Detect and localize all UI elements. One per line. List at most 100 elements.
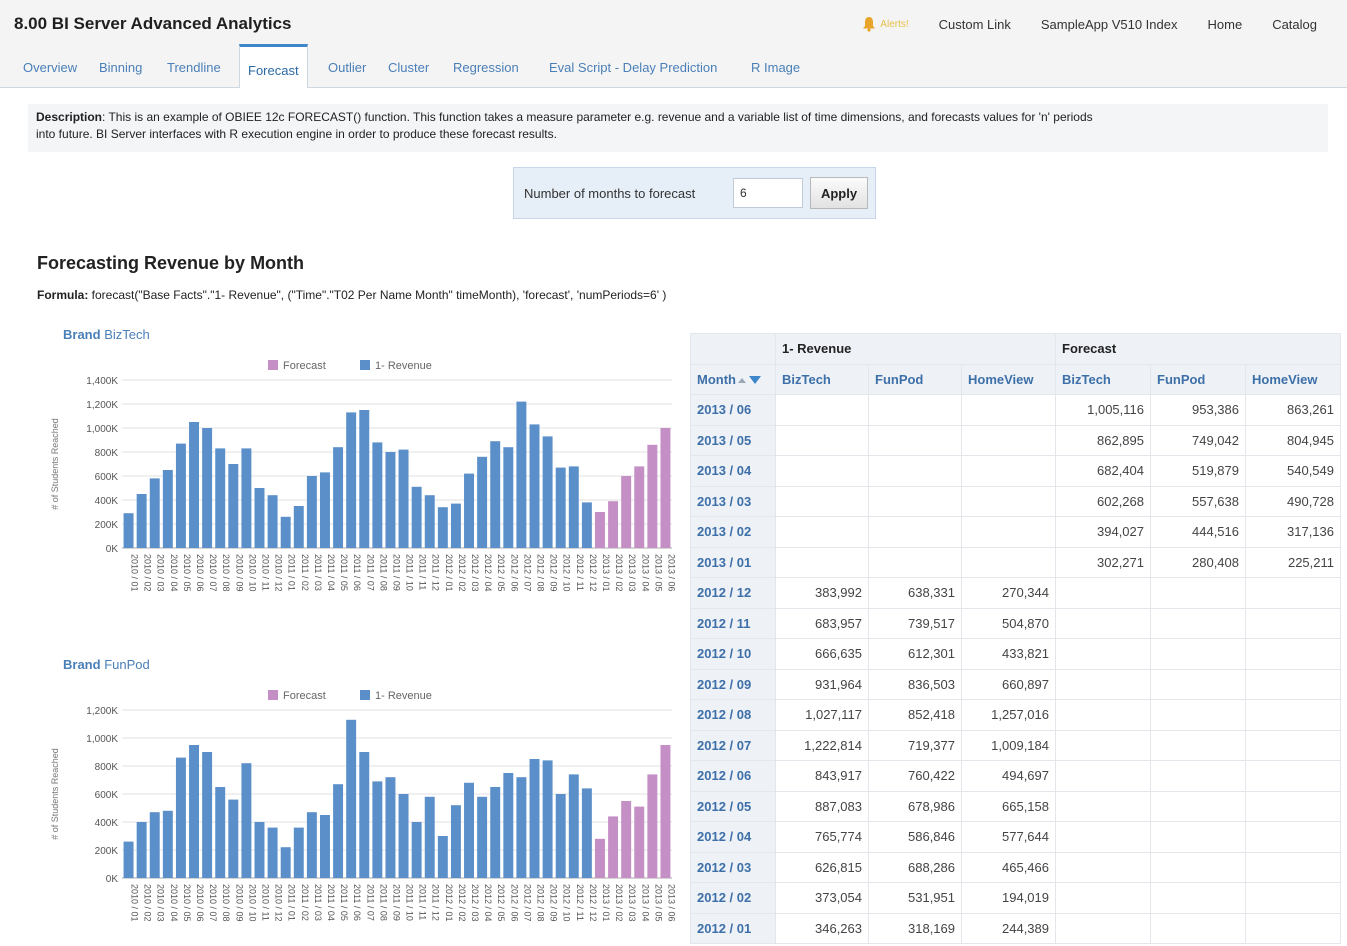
row-month-label[interactable]: 2012 / 06 <box>690 760 776 792</box>
table-cell: 394,027 <box>1055 516 1151 548</box>
table-row: 2012 / 08 1,027,117 852,418 1,257,016 <box>690 699 1341 731</box>
row-month-label[interactable]: 2013 / 04 <box>690 455 776 487</box>
alerts-link[interactable]: Alerts! <box>862 16 909 32</box>
row-month-label[interactable]: 2013 / 03 <box>690 485 776 517</box>
global-links: Alerts! Custom Link SampleApp V510 Index… <box>862 16 1317 32</box>
col-header-forecast-funpod[interactable]: FunPod <box>1150 363 1246 395</box>
row-month-label[interactable]: 2012 / 07 <box>690 729 776 761</box>
tab-cluster[interactable]: Cluster <box>388 60 429 75</box>
table-cell: 1,005,116 <box>1055 394 1151 426</box>
x-tick-label: 2011 / 02 <box>300 884 310 921</box>
row-month-label[interactable]: 2012 / 02 <box>690 882 776 914</box>
table-cell: 280,408 <box>1150 546 1246 578</box>
table-cell <box>1055 790 1151 822</box>
x-tick-label: 2011 / 02 <box>300 554 310 591</box>
revenue-bar <box>136 822 147 878</box>
row-month-label[interactable]: 2013 / 02 <box>690 516 776 548</box>
table-cell: 760,422 <box>868 760 962 792</box>
table-cell: 1,027,117 <box>775 699 869 731</box>
tab-forecast[interactable]: Forecast <box>239 44 308 88</box>
revenue-bar <box>581 502 592 548</box>
home-link[interactable]: Home <box>1208 17 1243 32</box>
forecast-bar <box>621 801 632 878</box>
months-input[interactable] <box>733 178 803 208</box>
x-tick-label: 2010 / 10 <box>247 884 257 922</box>
row-month-label[interactable]: 2012 / 08 <box>690 699 776 731</box>
forecast-bar <box>660 745 671 878</box>
row-month-label[interactable]: 2013 / 01 <box>690 546 776 578</box>
row-month-label[interactable]: 2012 / 10 <box>690 638 776 670</box>
table-cell <box>868 485 962 517</box>
revenue-bar <box>293 827 304 878</box>
x-tick-label: 2011 / 03 <box>313 884 323 921</box>
tab-trendline[interactable]: Trendline <box>167 60 221 75</box>
x-tick-label: 2013 / 05 <box>653 884 663 922</box>
col-header-revenue-homeview[interactable]: HomeView <box>961 363 1056 395</box>
revenue-bar <box>359 752 370 878</box>
y-tick-label: 400K <box>95 818 119 829</box>
tab-r-image[interactable]: R Image <box>751 60 800 75</box>
revenue-bar <box>490 787 501 878</box>
x-tick-label: 2011 / 05 <box>339 884 349 921</box>
table-cell: 665,158 <box>961 790 1056 822</box>
col-header-forecast-homeview[interactable]: HomeView <box>1245 363 1341 395</box>
revenue-bar <box>372 442 383 548</box>
revenue-bar <box>189 422 199 548</box>
tab-regression[interactable]: Regression <box>453 60 519 75</box>
table-cell: 1,009,184 <box>961 729 1056 761</box>
table-cell <box>1055 638 1151 670</box>
revenue-bar <box>385 777 396 878</box>
table-cell <box>1245 851 1341 883</box>
row-month-label[interactable]: 2012 / 01 <box>690 912 776 944</box>
table-cell <box>961 546 1056 578</box>
table-row: 2012 / 01 346,263 318,169 244,389 <box>690 912 1341 944</box>
x-tick-label: 2010 / 08 <box>221 554 231 592</box>
table-cell <box>961 394 1056 426</box>
apply-button[interactable]: Apply <box>810 177 868 209</box>
table-cell: 444,516 <box>1150 516 1246 548</box>
col-header-revenue-funpod[interactable]: FunPod <box>868 363 962 395</box>
x-tick-label: 2011 / 04 <box>326 554 336 591</box>
x-tick-label: 2012 / 06 <box>509 554 519 592</box>
table-cell: 749,042 <box>1150 424 1246 456</box>
sort-ascending-icon[interactable] <box>737 377 746 383</box>
table-cell: 765,774 <box>775 821 869 853</box>
tab-eval-script[interactable]: Eval Script - Delay Prediction <box>549 60 717 75</box>
x-tick-label: 2011 / 10 <box>405 554 415 591</box>
sampleapp-index-link[interactable]: SampleApp V510 Index <box>1041 17 1178 32</box>
row-month-label[interactable]: 2012 / 12 <box>690 577 776 609</box>
custom-link[interactable]: Custom Link <box>939 17 1011 32</box>
col-header-forecast-biztech[interactable]: BizTech <box>1055 363 1151 395</box>
row-month-label[interactable]: 2013 / 06 <box>690 394 776 426</box>
table-cell <box>961 455 1056 487</box>
table-cell: 494,697 <box>961 760 1056 792</box>
top-bar: 8.00 BI Server Advanced Analytics Alerts… <box>0 0 1347 46</box>
row-month-label[interactable]: 2012 / 04 <box>690 821 776 853</box>
revenue-bar <box>149 478 160 548</box>
revenue-bar <box>189 745 199 878</box>
sort-descending-icon[interactable] <box>748 376 761 385</box>
row-month-label[interactable]: 2013 / 05 <box>690 424 776 456</box>
x-tick-label: 2010 / 05 <box>182 554 192 592</box>
month-header[interactable]: Month <box>690 363 776 395</box>
tab-outlier[interactable]: Outlier <box>328 60 366 75</box>
row-month-label[interactable]: 2012 / 11 <box>690 607 776 639</box>
col-header-revenue-biztech[interactable]: BizTech <box>775 363 869 395</box>
catalog-link[interactable]: Catalog <box>1272 17 1317 32</box>
table-row: 2013 / 04 682,404 519,879 540,549 <box>690 455 1341 487</box>
tab-binning[interactable]: Binning <box>99 60 142 75</box>
description-text: : This is an example of OBIEE 12c FORECA… <box>102 110 1093 124</box>
table-cell <box>1245 638 1341 670</box>
tab-overview[interactable]: Overview <box>23 60 77 75</box>
row-month-label[interactable]: 2012 / 09 <box>690 668 776 700</box>
table-cell: 863,261 <box>1245 394 1341 426</box>
table-cell: 225,211 <box>1245 546 1341 578</box>
row-month-label[interactable]: 2012 / 03 <box>690 851 776 883</box>
table-cell <box>1150 699 1246 731</box>
chart-2-brand-prefix: Brand <box>63 657 101 672</box>
x-tick-label: 2010 / 12 <box>274 554 284 592</box>
x-tick-label: 2012 / 02 <box>457 884 467 922</box>
row-month-label[interactable]: 2012 / 05 <box>690 790 776 822</box>
x-tick-label: 2012 / 08 <box>536 554 546 592</box>
chart-1-brand-name: BizTech <box>104 327 150 342</box>
